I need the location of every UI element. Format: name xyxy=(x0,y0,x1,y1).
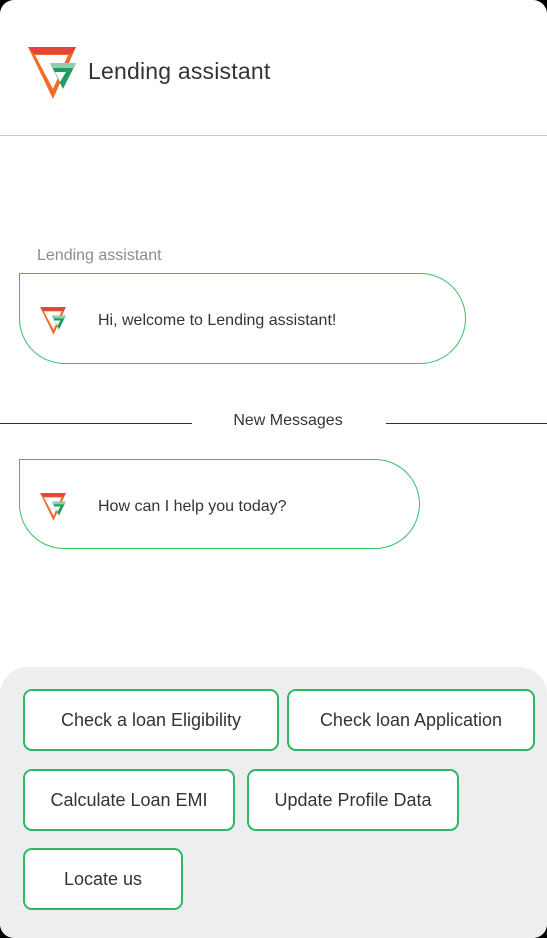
calculate-loan-emi-button[interactable]: Calculate Loan EMI xyxy=(23,769,235,831)
divider-line xyxy=(386,423,547,424)
quick-replies-panel: Check a loan Eligibility Check loan Appl… xyxy=(0,667,547,938)
update-profile-data-button[interactable]: Update Profile Data xyxy=(247,769,459,831)
bot-avatar-icon xyxy=(40,493,66,521)
message-bubble: Hi, welcome to Lending assistant! xyxy=(19,273,466,364)
message-text: How can I help you today? xyxy=(98,498,287,515)
header-title: Lending assistant xyxy=(88,58,271,84)
lending-logo-icon xyxy=(28,47,76,99)
message-text: Hi, welcome to Lending assistant! xyxy=(98,312,337,329)
chat-window: Lending assistant Lending assistant Hi, … xyxy=(0,0,547,938)
divider-label: New Messages xyxy=(233,412,343,429)
bot-avatar-icon xyxy=(40,307,66,335)
sender-label: Lending assistant xyxy=(37,247,162,264)
message-bubble: How can I help you today? xyxy=(19,459,420,549)
chat-header: Lending assistant xyxy=(0,0,547,136)
locate-us-button[interactable]: Locate us xyxy=(23,848,183,910)
new-messages-divider: New Messages xyxy=(0,412,547,434)
check-loan-application-button[interactable]: Check loan Application xyxy=(287,689,535,751)
check-loan-eligibility-button[interactable]: Check a loan Eligibility xyxy=(23,689,279,751)
